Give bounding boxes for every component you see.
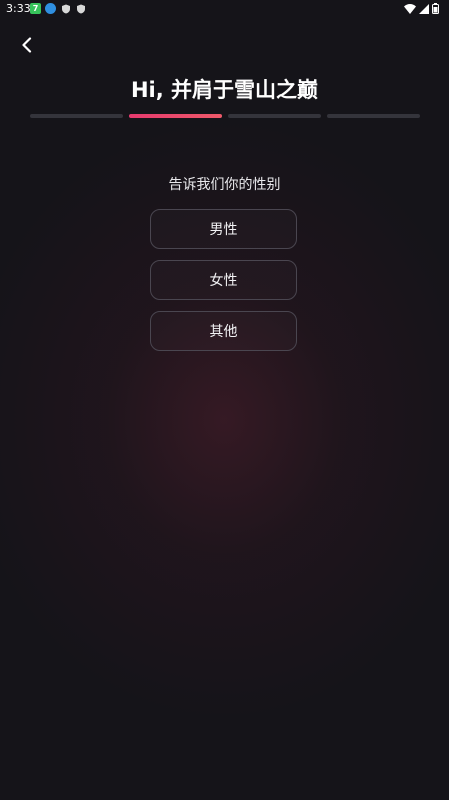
wifi-icon <box>404 3 416 17</box>
option-male-label: 男性 <box>209 222 238 238</box>
chevron-left-icon <box>22 37 32 53</box>
page-title: Hi, 并肩于雪山之巅 <box>130 78 319 102</box>
signal-icon <box>419 3 429 17</box>
option-other-label: 其他 <box>209 324 238 340</box>
progress-step-3 <box>228 114 321 118</box>
notification-icons: 7 <box>30 3 86 14</box>
option-other-button[interactable]: 其他 <box>150 311 297 351</box>
progress-step-4 <box>327 114 420 118</box>
download-notification-icon <box>45 3 56 14</box>
option-female-label: 女性 <box>209 273 238 289</box>
battery-icon <box>432 3 439 17</box>
status-time: 3:33 <box>6 2 31 15</box>
back-button[interactable] <box>14 32 40 58</box>
app-notification-icon: 7 <box>30 3 41 14</box>
shield-icon-2 <box>75 3 86 14</box>
shield-icon <box>60 3 71 14</box>
gender-prompt: 告诉我们你的性别 <box>168 177 281 193</box>
option-female-button[interactable]: 女性 <box>150 260 297 300</box>
option-male-button[interactable]: 男性 <box>150 209 297 249</box>
step-progress <box>30 114 420 118</box>
status-bar: 3:33 7 <box>0 0 449 18</box>
progress-step-1 <box>30 114 123 118</box>
progress-step-2-active <box>129 114 222 118</box>
screen: 3:33 7 Hi, 并肩于雪山之巅 告诉我们你的性别 男性 女性 其他 <box>0 0 449 800</box>
system-icons <box>404 3 439 17</box>
